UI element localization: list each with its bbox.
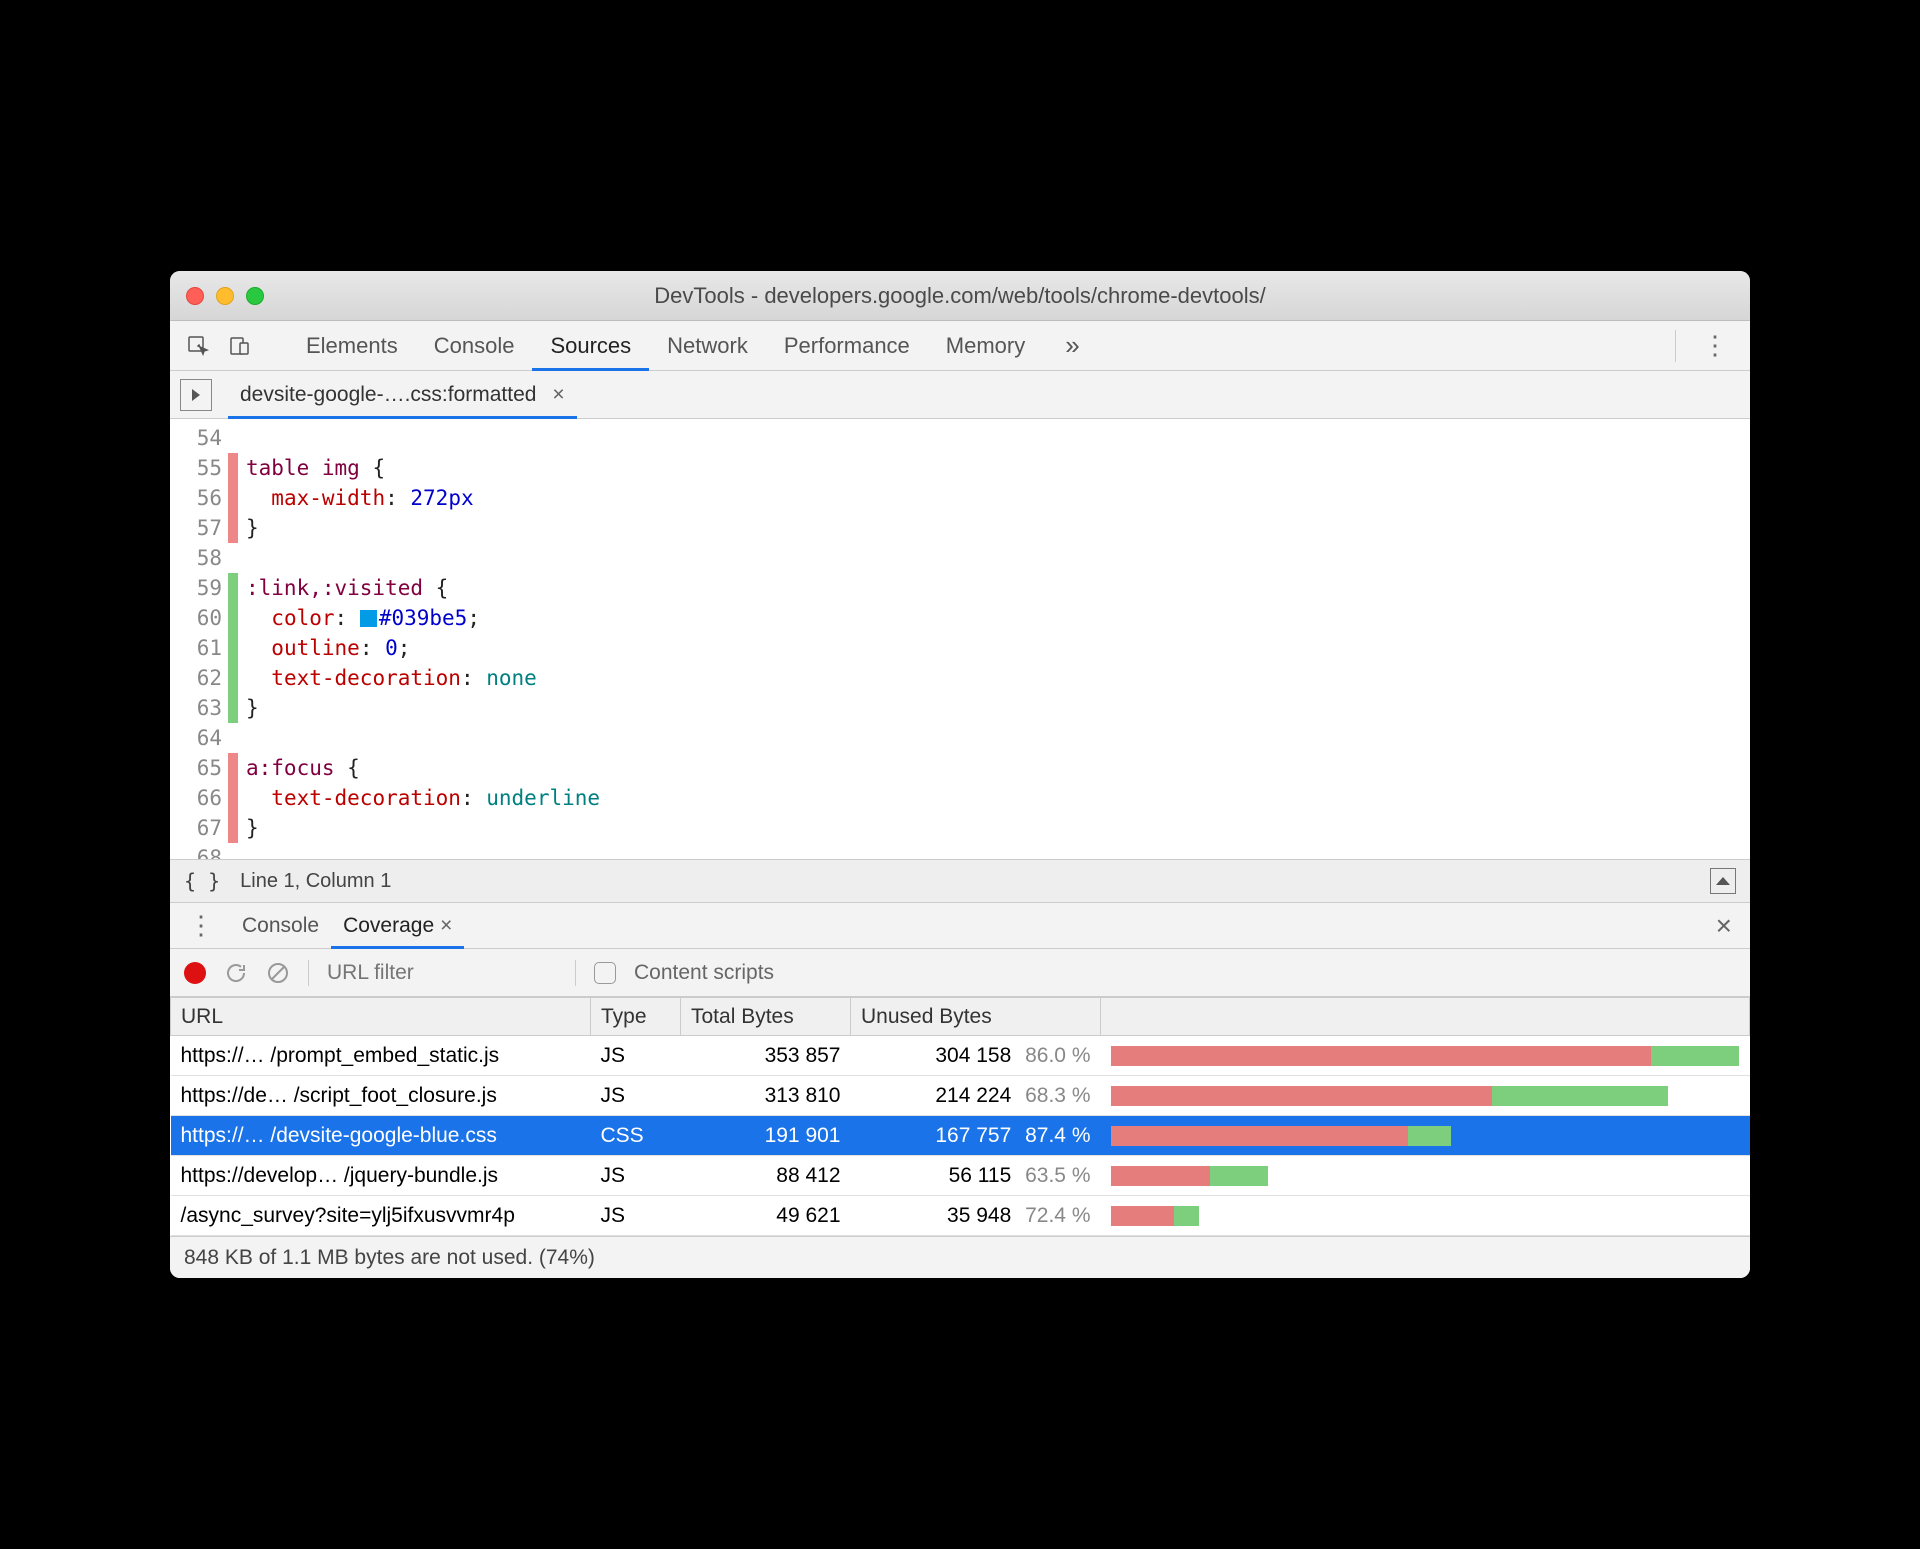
cell-unused: 214 224 68.3 % (851, 1076, 1101, 1116)
source-code-viewer[interactable]: 545556575859606162636465666768 table img… (170, 419, 1750, 859)
zoom-window-button[interactable] (246, 287, 264, 305)
col-type[interactable]: Type (591, 998, 681, 1036)
cell-url: https://de… /script_foot_closure.js (171, 1076, 591, 1116)
drawer-menu-icon[interactable]: ⋮ (182, 910, 220, 941)
cell-bar (1101, 1036, 1750, 1076)
tab-network[interactable]: Network (649, 321, 766, 371)
drawer-tab-console[interactable]: Console (230, 903, 331, 949)
record-button[interactable] (184, 962, 206, 984)
close-file-tab-icon[interactable]: × (552, 383, 564, 406)
divider (1675, 330, 1676, 362)
cell-type: CSS (591, 1116, 681, 1156)
pretty-print-icon[interactable]: { } (184, 869, 220, 893)
cell-type: JS (591, 1156, 681, 1196)
coverage-summary: 848 KB of 1.1 MB bytes are not used. (74… (170, 1236, 1750, 1278)
coverage-gutter (228, 419, 238, 859)
cell-total: 191 901 (681, 1116, 851, 1156)
cell-bar (1101, 1196, 1750, 1236)
table-row[interactable]: https://develop… /jquery-bundle.jsJS88 4… (171, 1156, 1750, 1196)
cell-type: JS (591, 1196, 681, 1236)
cell-url: /async_survey?site=ylj5ifxusvvmr4p (171, 1196, 591, 1236)
traffic-lights (186, 287, 264, 305)
col-url[interactable]: URL (171, 998, 591, 1036)
table-row[interactable]: /async_survey?site=ylj5ifxusvvmr4pJS49 6… (171, 1196, 1750, 1236)
cell-total: 313 810 (681, 1076, 851, 1116)
table-row[interactable]: https://… /devsite-google-blue.cssCSS191… (171, 1116, 1750, 1156)
cell-total: 353 857 (681, 1036, 851, 1076)
tab-console[interactable]: Console (416, 321, 533, 371)
more-tabs-icon[interactable]: » (1049, 330, 1095, 361)
table-row[interactable]: https://de… /script_foot_closure.jsJS313… (171, 1076, 1750, 1116)
titlebar: DevTools - developers.google.com/web/too… (170, 271, 1750, 321)
content-scripts-label: Content scripts (634, 961, 774, 985)
inspect-element-icon[interactable] (180, 328, 216, 364)
close-window-button[interactable] (186, 287, 204, 305)
minimize-window-button[interactable] (216, 287, 234, 305)
cell-unused: 35 948 72.4 % (851, 1196, 1101, 1236)
cell-url: https://… /devsite-google-blue.css (171, 1116, 591, 1156)
reload-icon[interactable] (224, 961, 248, 985)
cell-url: https://… /prompt_embed_static.js (171, 1036, 591, 1076)
col-unused[interactable]: Unused Bytes (851, 998, 1101, 1036)
separator (308, 960, 309, 986)
cell-total: 49 621 (681, 1196, 851, 1236)
drawer-tabs: ⋮ ConsoleCoverage× × (170, 903, 1750, 949)
device-toolbar-icon[interactable] (222, 328, 258, 364)
cell-bar (1101, 1076, 1750, 1116)
cell-url: https://develop… /jquery-bundle.js (171, 1156, 591, 1196)
content-scripts-checkbox[interactable] (594, 962, 616, 984)
col-bar[interactable] (1101, 998, 1750, 1036)
close-drawer-icon[interactable]: × (1710, 910, 1738, 942)
col-total[interactable]: Total Bytes (681, 998, 851, 1036)
tab-performance[interactable]: Performance (766, 321, 928, 371)
cursor-position: Line 1, Column 1 (240, 870, 391, 893)
source-lines: table img { max-width: 272px}:link,:visi… (238, 419, 600, 859)
cell-bar (1101, 1116, 1750, 1156)
file-tab-label: devsite-google-….css:formatted (240, 383, 536, 406)
cell-bar (1101, 1156, 1750, 1196)
tab-memory[interactable]: Memory (928, 321, 1043, 371)
table-row[interactable]: https://… /prompt_embed_static.jsJS353 8… (171, 1036, 1750, 1076)
tab-elements[interactable]: Elements (288, 321, 416, 371)
window-title: DevTools - developers.google.com/web/too… (170, 283, 1750, 309)
coverage-table: URL Type Total Bytes Unused Bytes https:… (170, 997, 1750, 1236)
settings-menu-icon[interactable]: ⋮ (1690, 330, 1740, 361)
cell-unused: 167 757 87.4 % (851, 1116, 1101, 1156)
close-drawer-tab-icon[interactable]: × (440, 914, 452, 937)
file-tabs: devsite-google-….css:formatted × (170, 371, 1750, 419)
navigator-toggle-icon[interactable] (180, 379, 212, 411)
devtools-window: DevTools - developers.google.com/web/too… (170, 271, 1750, 1278)
cell-type: JS (591, 1036, 681, 1076)
coverage-toolbar: Content scripts (170, 949, 1750, 997)
url-filter-input[interactable] (327, 959, 557, 987)
drawer-tab-coverage[interactable]: Coverage× (331, 903, 464, 949)
tab-sources[interactable]: Sources (532, 321, 649, 371)
editor-status-bar: { } Line 1, Column 1 (170, 859, 1750, 903)
cell-total: 88 412 (681, 1156, 851, 1196)
drawer-toggle-icon[interactable] (1710, 868, 1736, 894)
cell-type: JS (591, 1076, 681, 1116)
line-number-gutter: 545556575859606162636465666768 (170, 419, 228, 859)
panel-tabs: ElementsConsoleSourcesNetworkPerformance… (170, 321, 1750, 371)
cell-unused: 304 158 86.0 % (851, 1036, 1101, 1076)
separator (575, 960, 576, 986)
clear-icon[interactable] (266, 961, 290, 985)
cell-unused: 56 115 63.5 % (851, 1156, 1101, 1196)
file-tab[interactable]: devsite-google-….css:formatted × (228, 371, 577, 419)
